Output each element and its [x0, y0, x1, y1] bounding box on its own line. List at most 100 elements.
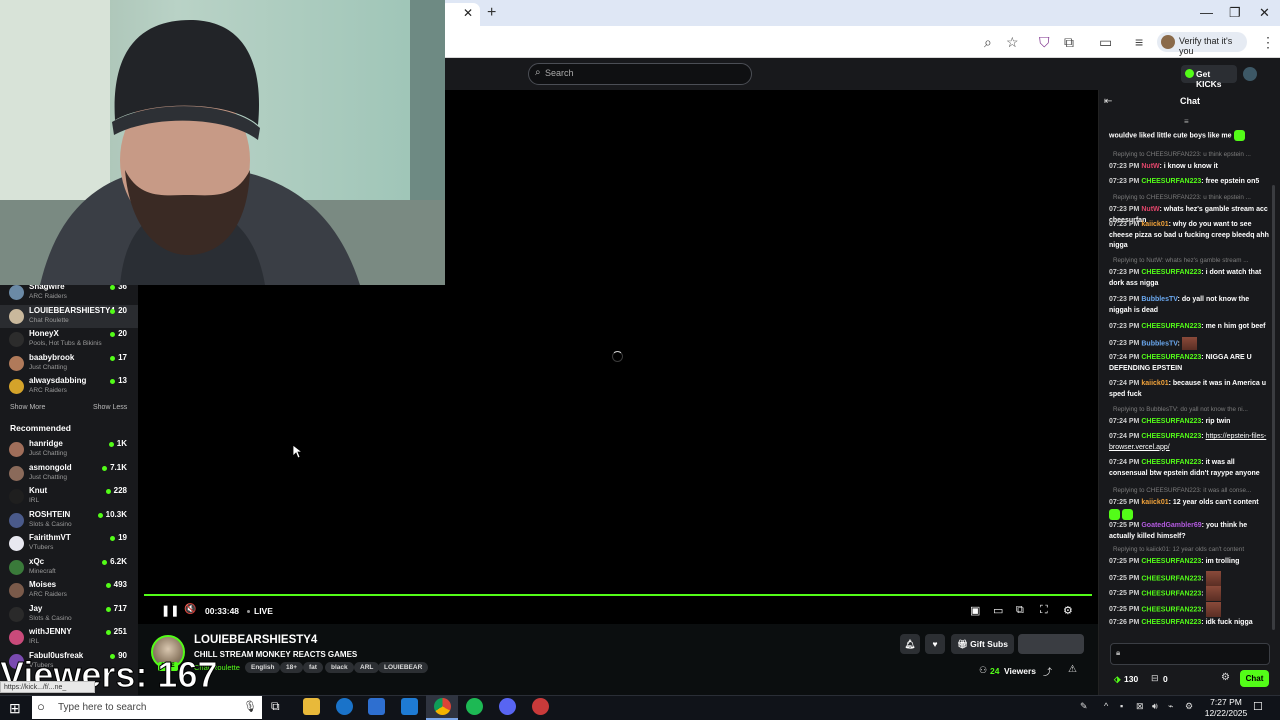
chat-username[interactable]: CHEESURFAN223 — [1141, 178, 1201, 185]
progress-bar[interactable] — [144, 594, 1092, 596]
chat-username[interactable]: CHEESURFAN223 — [1141, 590, 1201, 597]
gift-subs-button[interactable]: 🎁︎ Gift Subs — [951, 634, 1014, 654]
chat-username[interactable]: BubblesTV — [1141, 340, 1177, 347]
chat-username[interactable]: CHEESURFAN223 — [1141, 558, 1201, 565]
chat-username[interactable]: CHEESURFAN223 — [1141, 418, 1201, 425]
browser-tab[interactable] — [440, 3, 480, 26]
chat-input[interactable] — [1110, 643, 1270, 665]
zoom-icon[interactable]: ⌕ — [984, 34, 992, 51]
window-close-icon[interactable]: ✕ — [1259, 5, 1270, 21]
discord-icon[interactable] — [499, 698, 516, 715]
chat-reply-context[interactable]: Replying to kaiick01: 12 year olds can't… — [1113, 546, 1271, 553]
chat-username[interactable]: CHEESURFAN223 — [1141, 433, 1201, 440]
chat-reply-context[interactable]: Replying to CHEESURFAN223: it was all co… — [1113, 487, 1271, 494]
chat-send-button[interactable]: Chat — [1240, 670, 1269, 687]
chat-username[interactable]: CHEESURFAN223 — [1141, 269, 1201, 276]
browser-menu-icon[interactable]: ⋮ — [1261, 34, 1275, 51]
windows-start-icon[interactable]: ⊞ — [9, 700, 21, 717]
maximize-icon[interactable]: ❐ — [1229, 5, 1241, 21]
chat-username[interactable]: CHEESURFAN223 — [1141, 354, 1201, 361]
sidebar-channel[interactable]: asmongold Just Chatting 7.1K — [0, 462, 138, 485]
chat-username[interactable]: kaiick01 — [1141, 221, 1168, 228]
chat-username[interactable]: NutW — [1141, 206, 1159, 213]
sidebar-channel[interactable]: HoneyX Pools, Hot Tubs & Bikinis 20 — [0, 328, 138, 351]
profile-chip[interactable]: Verify that it's you — [1157, 32, 1247, 56]
subscribe-button[interactable] — [1018, 634, 1084, 654]
chat-settings-icon[interactable]: ⚙ — [1221, 672, 1230, 683]
file-explorer-icon[interactable] — [303, 698, 320, 715]
get-kicks-button[interactable]: Get KICKs — [1181, 65, 1237, 89]
chat-username[interactable]: CHEESURFAN223 — [1141, 575, 1201, 582]
tag-chip[interactable]: fat — [303, 662, 323, 673]
chat-username[interactable]: CHEESURFAN223 — [1141, 323, 1201, 330]
chat-username[interactable]: kaiick01 — [1141, 380, 1168, 387]
chat-username[interactable]: NutW — [1141, 163, 1159, 170]
sidebar-channel[interactable]: Knut IRL 228 — [0, 485, 138, 508]
chat-username[interactable]: CHEESURFAN223 — [1141, 619, 1201, 626]
tab-close-icon[interactable]: ✕ — [463, 6, 473, 20]
extension-shield-icon[interactable]: ⛉ — [1039, 34, 1050, 51]
follow-button[interactable]: ♥ — [925, 634, 945, 654]
mute-icon[interactable]: 🔇 — [184, 604, 196, 615]
chat-username[interactable]: CHEESURFAN223 — [1141, 606, 1201, 613]
show-less-link[interactable]: Show Less — [93, 404, 127, 411]
show-more-link[interactable]: Show More — [10, 404, 45, 411]
sidebar-channel[interactable]: LOUIEBEARSHIESTY4 Chat Roulette 20 — [0, 304, 138, 328]
chat-filter-icon[interactable]: ≡ — [1184, 117, 1189, 126]
network-icon[interactable]: ⌁ — [1168, 701, 1173, 712]
share-icon[interactable]: ⤴ — [1043, 665, 1052, 678]
chat-username[interactable]: GoatedGambler69 — [1141, 522, 1201, 529]
media-control-icon[interactable]: ≡ — [1135, 34, 1143, 50]
mail-icon[interactable] — [401, 698, 418, 715]
settings-icon[interactable]: ⚙ — [1063, 604, 1073, 617]
chat-scrollbar[interactable] — [1272, 185, 1275, 630]
chat-username[interactable]: kaiick01 — [1141, 499, 1168, 506]
report-icon[interactable]: ⚠ — [1068, 664, 1077, 675]
pen-icon[interactable]: ✎ — [1080, 701, 1088, 712]
theatre-mode-icon[interactable]: ▭ — [993, 604, 1003, 617]
sidebar-channel[interactable]: Moises ARC Raiders 493 — [0, 579, 138, 602]
tag-chip[interactable]: LOUIEBEAR — [378, 662, 429, 673]
chrome-icon[interactable] — [434, 698, 451, 715]
points-icon[interactable]: ⬗ — [1114, 674, 1121, 685]
volume-icon[interactable]: 🔊︎ — [1152, 701, 1158, 712]
language-icon[interactable]: ⚙ — [1185, 701, 1193, 712]
collapse-chat-icon[interactable]: ⇤ — [1104, 96, 1112, 107]
sidebar-channel[interactable]: baabybrook Just Chatting 17 — [0, 352, 138, 375]
chat-reply-context[interactable]: Replying to NutW: whats hez's gamble str… — [1113, 257, 1271, 264]
sidebar-channel[interactable]: Jay Slots & Casino 717 — [0, 603, 138, 626]
microsoft-store-icon[interactable] — [368, 698, 385, 715]
tag-chip[interactable]: ARL — [354, 662, 380, 673]
tag-chip[interactable]: black — [325, 662, 354, 673]
chat-username[interactable]: CHEESURFAN223 — [1141, 459, 1201, 466]
chat-reply-context[interactable]: Replying to CHEESURFAN223: u think epste… — [1113, 151, 1271, 158]
bookmark-star-icon[interactable]: ☆ — [1006, 34, 1019, 51]
sidebar-channel[interactable]: xQc Minecraft 6.2K — [0, 556, 138, 579]
chat-reply-context[interactable]: Replying to BubblesTV: do yall not know … — [1113, 406, 1271, 413]
obs-app-icon[interactable] — [532, 698, 549, 715]
sidebar-channel[interactable]: FairithmVT VTubers 19 — [0, 532, 138, 555]
sidebar-channel[interactable]: ROSHTEIN Slots & Casino 10.3K — [0, 509, 138, 532]
gift-count-icon[interactable]: ⊟ — [1151, 673, 1159, 684]
chat-username[interactable]: BubblesTV — [1141, 296, 1177, 303]
fullscreen-icon[interactable]: ⛶ — [1040, 604, 1048, 617]
tray-app-icon[interactable]: ▪ — [1120, 701, 1123, 711]
chat-reply-context[interactable]: Replying to CHEESURFAN223: u think epste… — [1113, 194, 1271, 201]
extensions-puzzle-icon[interactable]: ⧉ — [1064, 34, 1074, 51]
picture-in-picture-icon[interactable]: ⧉ — [1016, 604, 1024, 617]
spotify-icon[interactable] — [466, 698, 483, 715]
sidebar-channel[interactable]: hanridge Just Chatting 1K — [0, 438, 138, 461]
minimize-icon[interactable]: — — [1200, 5, 1213, 20]
pause-icon[interactable]: ❚❚ — [161, 604, 179, 617]
sidebar-channel[interactable]: alwaysdabbing ARC Raiders 13 — [0, 375, 138, 398]
sidebar-channel[interactable]: withJENNY IRL 251 — [0, 626, 138, 649]
tray-overflow-icon[interactable]: ^ — [1104, 701, 1108, 711]
notifications-icon[interactable]: ☐ — [1253, 700, 1263, 713]
tag-chip[interactable]: English — [245, 662, 281, 673]
clock-time[interactable]: 7:27 PM — [1208, 697, 1244, 707]
task-view-icon[interactable]: ⧉ — [271, 699, 280, 714]
clip-icon[interactable]: ▣ — [970, 604, 980, 617]
tag-chip[interactable]: 18+ — [280, 662, 304, 673]
tray-record-icon[interactable]: ⊠ — [1136, 701, 1144, 712]
cast-icon[interactable]: ▭ — [1099, 34, 1112, 51]
